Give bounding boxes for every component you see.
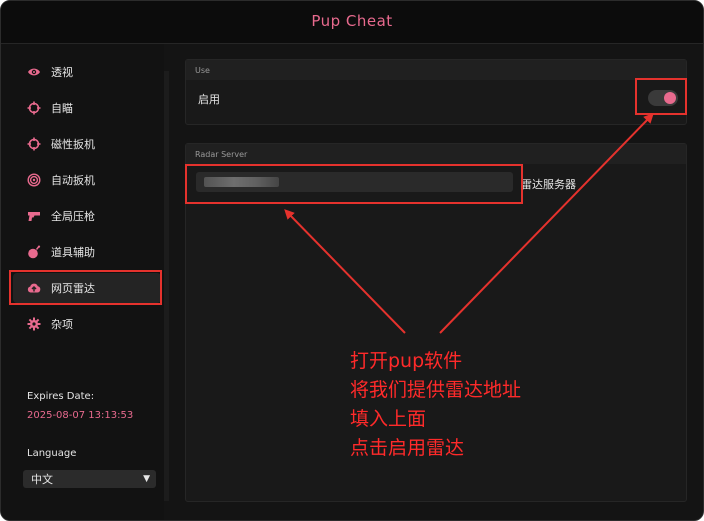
annotation-line: 填入上面 [350,408,427,430]
annotation-line: 打开pup软件 [350,350,463,372]
arrow-to-input [284,209,406,334]
annotation-line: 将我们提供雷达地址 [350,379,522,401]
annotation-line: 点击启用雷达 [350,437,465,459]
annotation-text: 打开pup软件 将我们提供雷达地址 填入上面 点击启用雷达 [350,347,521,463]
arrow-to-toggle [439,113,654,334]
